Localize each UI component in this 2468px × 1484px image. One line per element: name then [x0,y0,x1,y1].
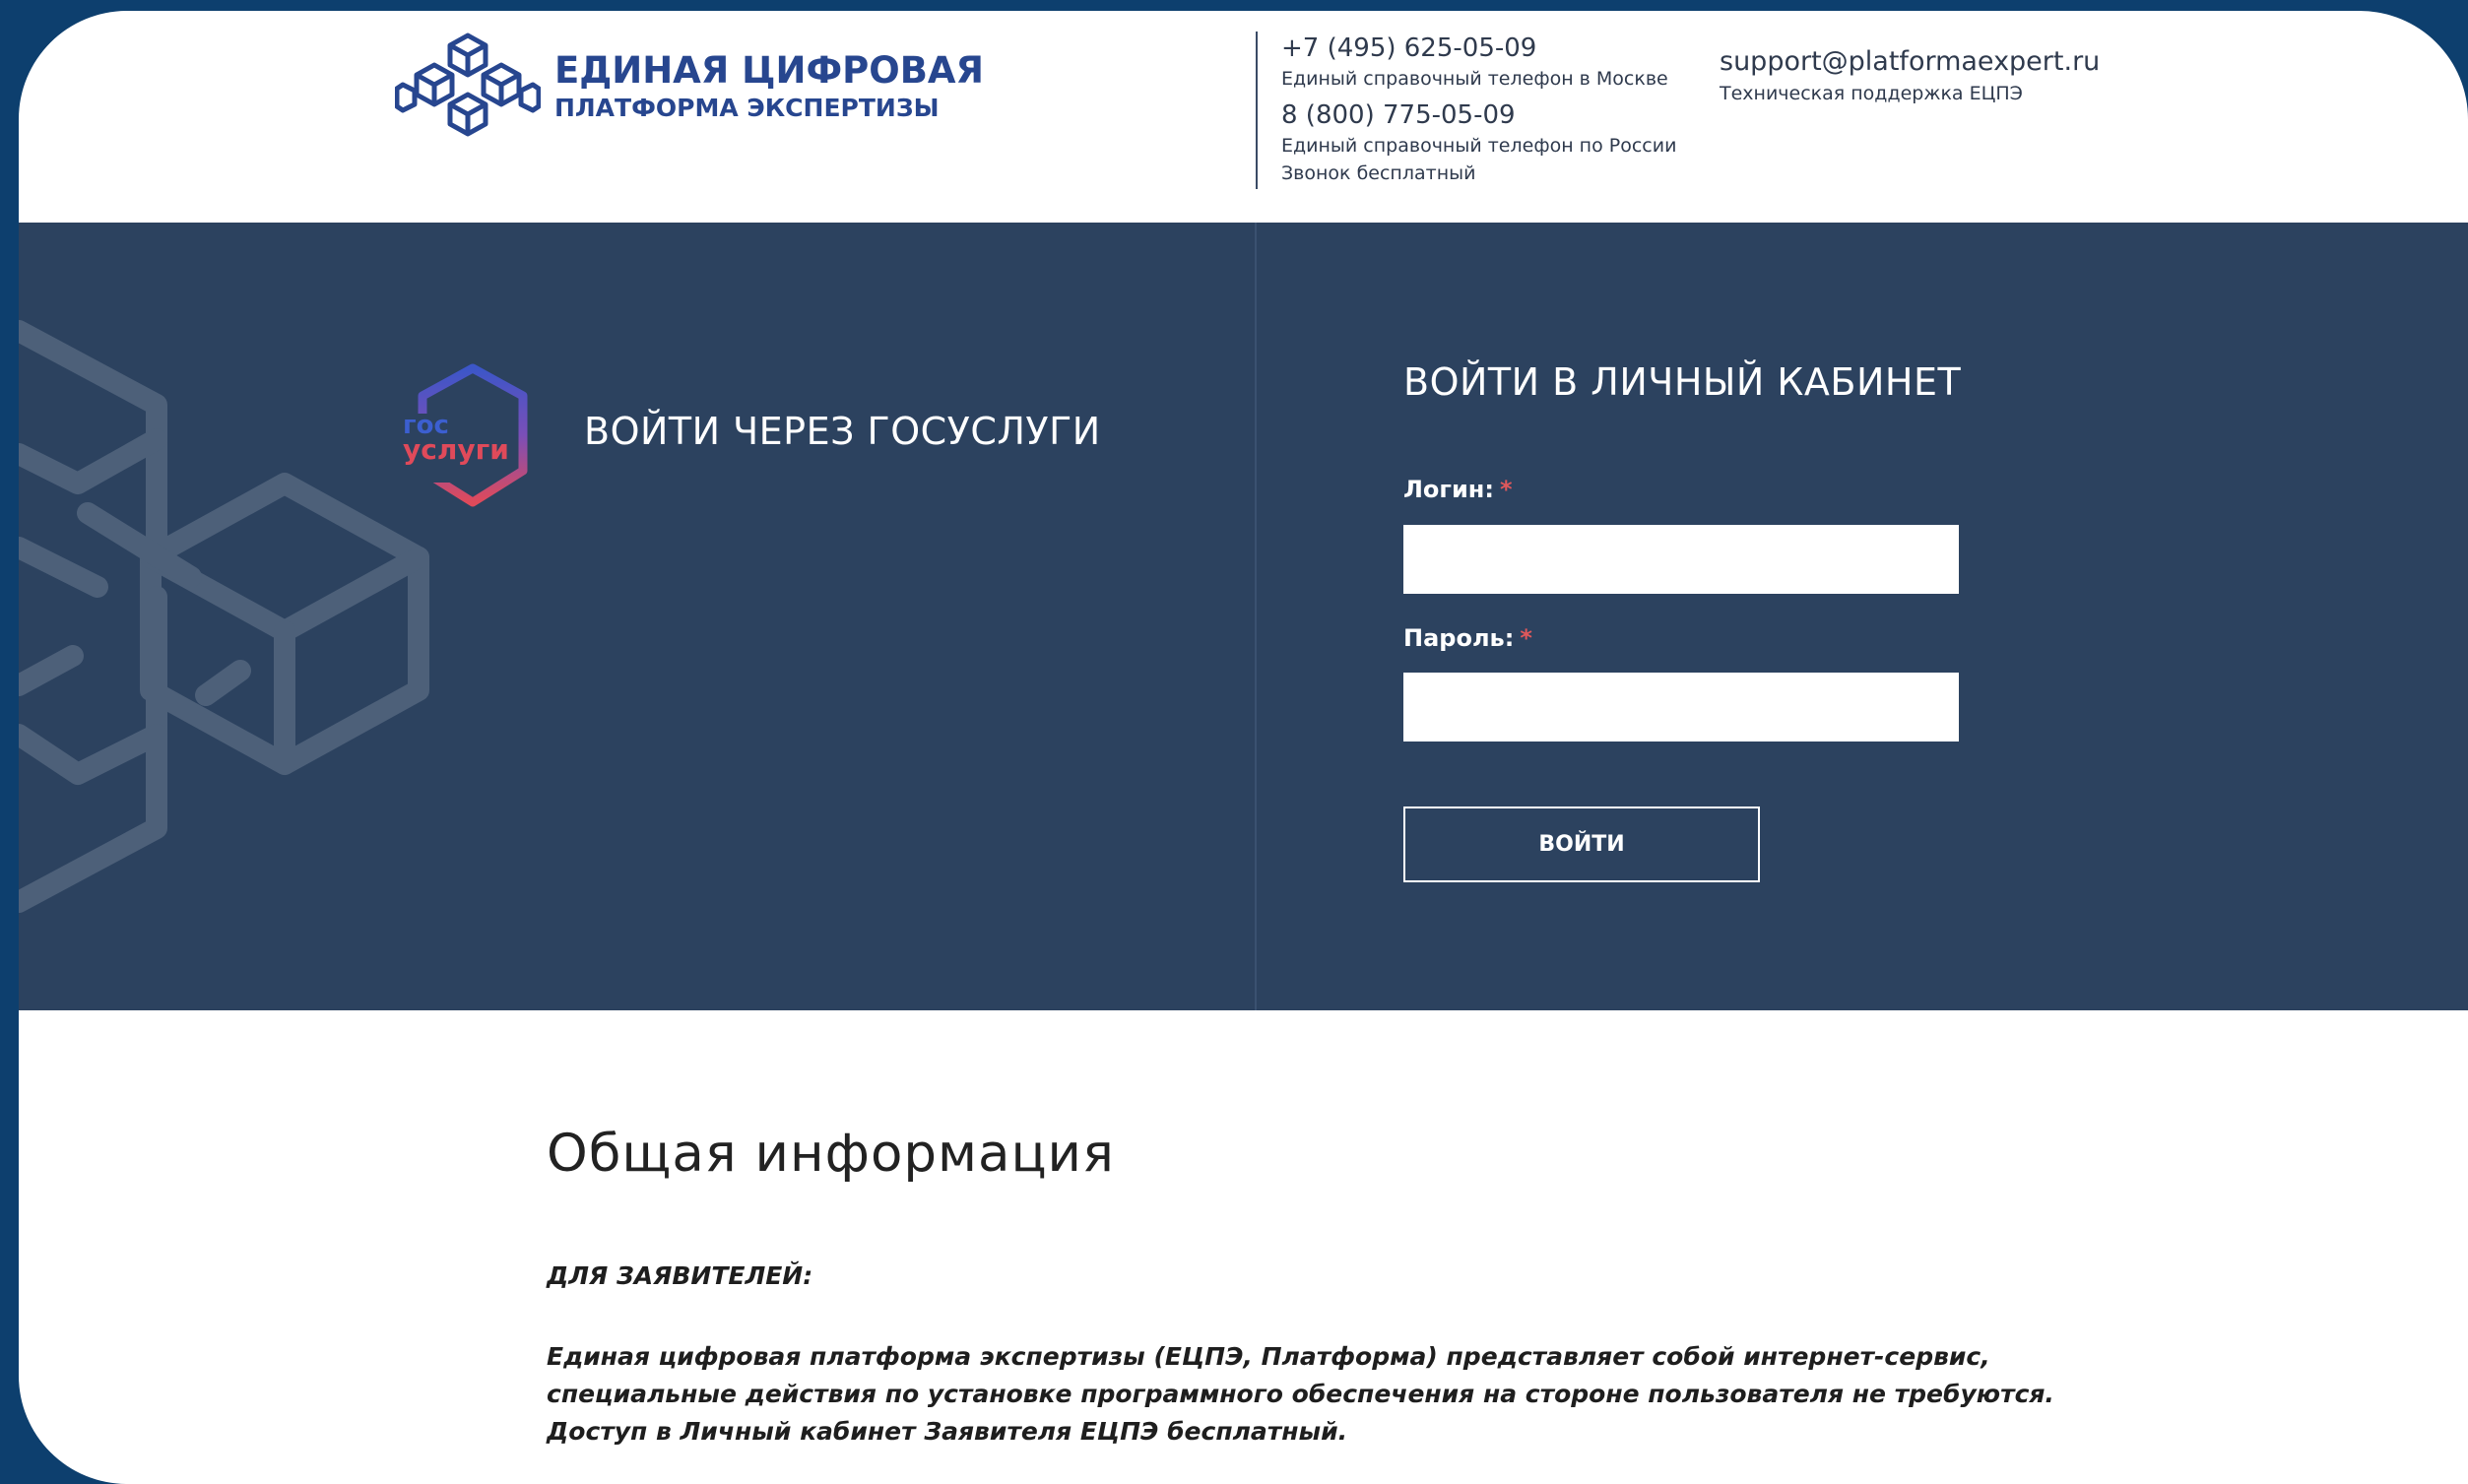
login-label-text: Логин: [1403,476,1494,503]
info-paragraph: Единая цифровая платформа экспертизы (ЕЦ… [547,1338,2054,1451]
required-mark: * [1520,624,1532,652]
login-title: ВОЙТИ В ЛИЧНЫЙ КАБИНЕТ [1403,360,1962,404]
login-input[interactable] [1403,525,1959,594]
support-caption: Техническая поддержка ЕЦПЭ [1720,83,2023,104]
phone-russia[interactable]: 8 (800) 775-05-09 [1281,98,1676,132]
info-paragraph-line: Доступ в Личный кабинет Заявителя ЕЦПЭ б… [547,1417,1348,1446]
login-label: Логин: * [1403,476,1513,503]
gosuslugi-icon: гос услуги [399,363,528,507]
info-paragraph-line: специальные действия по установке програ… [547,1380,2054,1408]
decorative-cubes-icon [19,320,429,913]
password-label: Пароль: * [1403,624,1532,652]
platform-logo[interactable]: ЕДИНАЯ ЦИФРОВАЯ ПЛАТФОРМА ЭКСПЕРТИЗЫ [395,32,984,142]
info-title: Общая информация [547,1124,1115,1184]
gosuslugi-logo[interactable]: гос услуги [399,362,547,514]
logo-subtitle: ПЛАТФОРМА ЭКСПЕРТИЗЫ [554,94,940,122]
contact-phones: +7 (495) 625-05-09 Единый справочный тел… [1256,32,1676,189]
cubes-logo-icon [395,32,541,137]
login-band: гос услуги ВОЙТИ ЧЕРЕЗ ГОСУСЛУГИ ВОЙТИ В… [19,223,2468,1010]
gosuslugi-login-link[interactable]: ВОЙТИ ЧЕРЕЗ ГОСУСЛУГИ [584,410,1101,453]
page-frame: ЕДИНАЯ ЦИФРОВАЯ ПЛАТФОРМА ЭКСПЕРТИЗЫ +7 … [19,11,2468,1484]
password-label-text: Пароль: [1403,624,1515,652]
phone-russia-note: Звонок бесплатный [1281,162,1476,184]
info-paragraph-line: Единая цифровая платформа экспертизы (ЕЦ… [547,1342,1990,1371]
required-mark: * [1499,476,1513,503]
support-contact: support@platformaexpert.ru Техническая п… [1720,44,2100,107]
phone-moscow[interactable]: +7 (495) 625-05-09 [1281,32,1676,65]
phone-moscow-caption: Единый справочный телефон в Москве [1281,68,1668,90]
logo-title: ЕДИНАЯ ЦИФРОВАЯ [554,49,985,92]
login-button[interactable]: ВОЙТИ [1403,807,1760,882]
phone-russia-caption: Единый справочный телефон по России [1281,135,1677,157]
info-subtitle: ДЛЯ ЗАЯВИТЕЛЕЙ: [547,1261,813,1290]
band-divider [1255,223,1257,1010]
password-input[interactable] [1403,673,1959,742]
gosuslugi-logo-bottom: услуги [403,433,509,466]
support-email-link[interactable]: support@platformaexpert.ru [1720,44,2100,80]
